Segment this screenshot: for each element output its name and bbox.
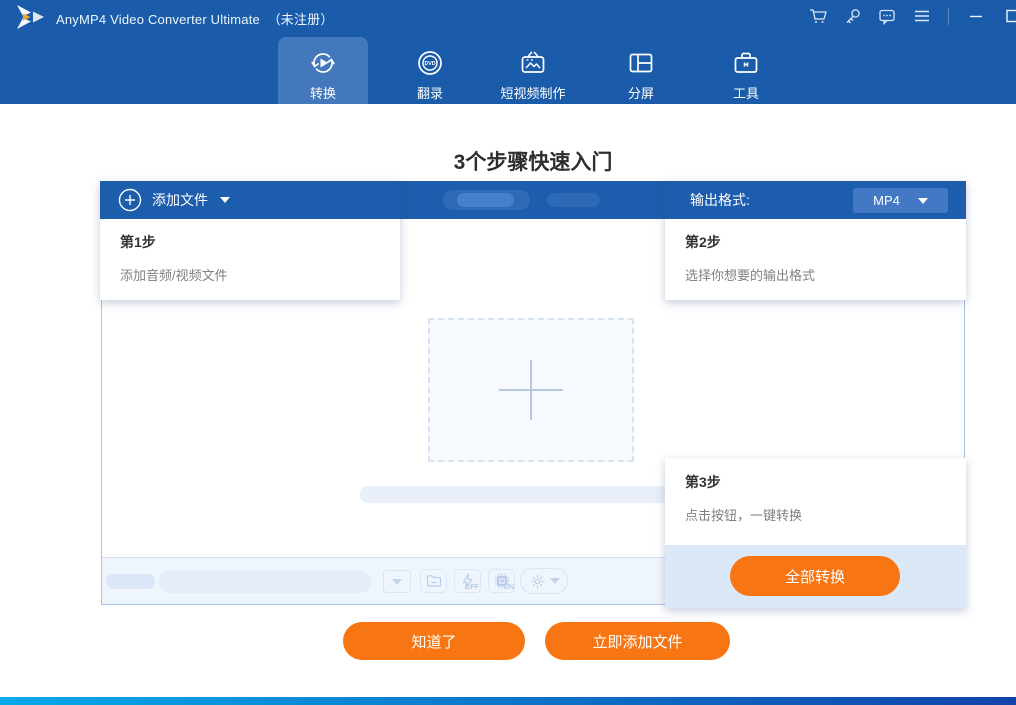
tab-label: 工具 <box>733 83 759 102</box>
off-tag: OFF <box>465 584 479 591</box>
split-screen-icon <box>626 48 656 78</box>
tab-label: 翻录 <box>417 83 443 102</box>
step3-card: 第3步 点击按钮，一键转换 全部转换 <box>665 458 966 608</box>
minimize-button[interactable] <box>966 6 986 26</box>
step3-description: 点击按钮，一键转换 <box>685 505 966 524</box>
output-path-dropdown[interactable] <box>383 570 411 593</box>
output-format-label: 输出格式: <box>690 190 750 210</box>
tab-toolbox[interactable]: 工具 <box>701 37 791 104</box>
license-status: （未注册） <box>268 12 334 27</box>
app-logo-icon <box>14 4 46 30</box>
step1-card: 添加文件 第1步 添加音频/视频文件 <box>100 181 400 300</box>
tab-split-screen[interactable]: 分屏 <box>596 37 686 104</box>
cart-icon[interactable] <box>808 6 828 26</box>
dimmed-hint-bar <box>360 486 712 503</box>
dimmed-toolbar-button <box>547 193 600 207</box>
dimmed-toolbar-button <box>443 190 530 210</box>
key-icon[interactable] <box>843 6 863 26</box>
tab-rip[interactable]: DVD 翻录 <box>385 37 475 104</box>
chevron-down-icon <box>220 197 230 203</box>
add-files-label: 添加文件 <box>152 190 208 210</box>
dvd-icon: DVD <box>415 48 445 78</box>
onboarding-heading: 3个步骤快速入门 <box>101 146 965 176</box>
folder-icon <box>426 574 442 588</box>
tv-icon <box>518 48 548 78</box>
step2-title: 第2步 <box>685 232 966 252</box>
toolbox-icon <box>731 48 761 78</box>
tab-short-video[interactable]: 短视频制作 <box>478 37 588 104</box>
gpu-accel-on-button[interactable]: ON <box>488 569 515 593</box>
step1-description: 添加音频/视频文件 <box>120 265 400 284</box>
chevron-down-icon <box>550 578 560 584</box>
step3-title: 第3步 <box>685 472 966 492</box>
gear-icon <box>529 573 546 590</box>
tab-label: 短视频制作 <box>500 83 565 102</box>
convert-all-button[interactable]: 全部转换 <box>730 556 900 596</box>
output-path-field[interactable] <box>159 570 371 593</box>
plus-circle-icon <box>118 188 142 212</box>
tab-label: 分屏 <box>628 83 654 102</box>
save-to-label-placeholder <box>106 574 155 589</box>
step1-card-header: 添加文件 <box>100 181 400 219</box>
settings-button[interactable] <box>520 568 568 594</box>
svg-text:DVD: DVD <box>425 61 436 67</box>
promo-banner-strip <box>0 697 1016 705</box>
chevron-down-icon <box>392 579 402 585</box>
add-files-now-button[interactable]: 立即添加文件 <box>545 622 730 660</box>
step2-description: 选择你想要的输出格式 <box>685 265 966 284</box>
feedback-icon[interactable] <box>877 6 897 26</box>
on-tag: ON <box>504 584 515 591</box>
file-drop-zone[interactable] <box>428 318 634 462</box>
titlebar: AnyMP4 Video Converter Ultimate （未注册） <box>0 0 1016 33</box>
step3-card-footer: 全部转换 <box>665 545 966 608</box>
open-folder-button[interactable] <box>420 569 447 593</box>
step2-card-header: 输出格式: MP4 <box>665 181 966 219</box>
tab-label: 转换 <box>310 83 336 102</box>
menu-icon[interactable] <box>912 6 932 26</box>
step1-title: 第1步 <box>120 232 400 252</box>
got-it-button[interactable]: 知道了 <box>343 622 525 660</box>
tab-convert[interactable]: 转换 <box>278 37 368 104</box>
hardware-accel-off-button[interactable]: OFF <box>454 569 481 593</box>
output-format-value: MP4 <box>873 193 900 208</box>
chevron-down-icon <box>918 198 928 204</box>
titlebar-divider <box>948 8 949 25</box>
convert-icon <box>308 48 338 78</box>
window-title: AnyMP4 Video Converter Ultimate （未注册） <box>56 9 334 28</box>
maximize-button[interactable] <box>1003 6 1016 26</box>
step2-card: 输出格式: MP4 第2步 选择你想要的输出格式 <box>665 181 966 300</box>
app-header: AnyMP4 Video Converter Ultimate （未注册） <box>0 0 1016 104</box>
output-format-dropdown[interactable]: MP4 <box>853 188 948 213</box>
add-files-button[interactable]: 添加文件 <box>118 188 230 212</box>
